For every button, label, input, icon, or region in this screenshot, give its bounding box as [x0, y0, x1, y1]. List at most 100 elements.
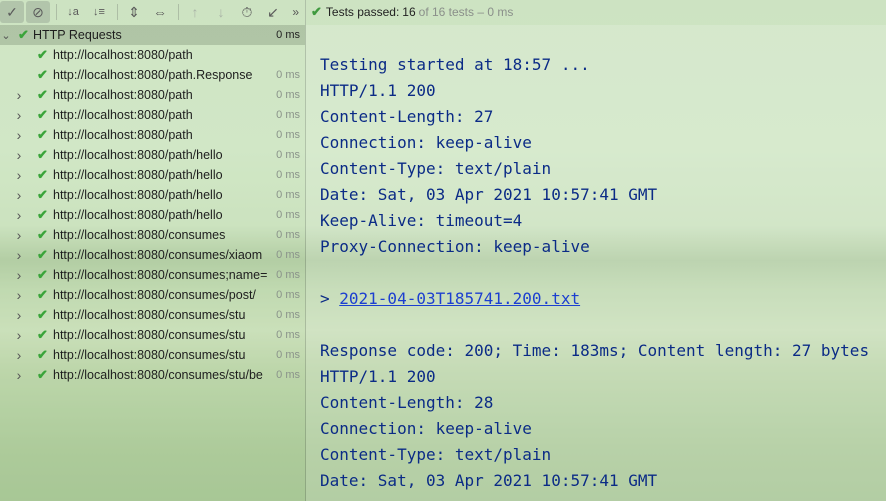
- console-line: HTTP/1.1 200: [320, 364, 436, 390]
- tree-item-time: 0 ms: [276, 129, 300, 141]
- tree-item-label: http://localhost:8080/path: [53, 108, 193, 122]
- expand-arrow-icon[interactable]: ›: [13, 347, 25, 363]
- passed-check-icon: ✔: [37, 307, 48, 322]
- tree-item-time: 0 ms: [276, 109, 300, 121]
- tree-item-label: http://localhost:8080/consumes;name=: [53, 268, 268, 282]
- tree-item[interactable]: ✔ http://localhost:8080/path.Response 0 ms: [0, 65, 305, 85]
- expand-arrow-icon[interactable]: ›: [13, 227, 25, 243]
- tree-item[interactable]: › ✔ http://localhost:8080/consumes/stu/be 0…: [0, 365, 305, 385]
- tree-item[interactable]: › ✔ http://localhost:8080/consumes/stu 0 ms: [0, 345, 305, 365]
- expand-all-icon[interactable]: ⇕: [122, 1, 146, 23]
- console-line: Connection: keep-alive: [320, 130, 532, 156]
- previous-failed-glyph: ↑: [191, 4, 199, 20]
- toolbar-separator: [178, 4, 179, 20]
- tree-item-label: http://localhost:8080/path: [53, 48, 193, 62]
- console-line-text: Content-Length: 28: [320, 393, 494, 412]
- tree-item[interactable]: › ✔ http://localhost:8080/consumes/post/0 …: [0, 285, 305, 305]
- expand-arrow-icon[interactable]: ›: [13, 127, 25, 143]
- console-line: Proxy-Connection: keep-alive: [320, 234, 590, 260]
- tree-item[interactable]: › ✔ http://localhost:8080/consumes/xiaom 0 …: [0, 245, 305, 265]
- passed-check-icon: ✔: [37, 367, 48, 382]
- tree-item-label: http://localhost:8080/path/hello: [53, 208, 223, 222]
- console-line-text: Response code: 200; Time: 183ms; Content…: [320, 341, 870, 360]
- previous-failed-icon[interactable]: ↑: [183, 1, 207, 23]
- passed-check-icon: ✔: [37, 107, 48, 122]
- expand-arrow-icon[interactable]: ›: [13, 107, 25, 123]
- tree-item-label: http://localhost:8080/consumes/xiaom: [53, 248, 263, 262]
- collapse-all-glyph: ⇔: [153, 4, 167, 20]
- console-line: Content-Type: text/plain: [320, 156, 551, 182]
- status-total-summary: of 16 tests – 0 ms: [418, 5, 514, 19]
- test-history-icon[interactable]: ⏱: [235, 1, 259, 23]
- expand-arrow-icon[interactable]: ›: [13, 207, 25, 223]
- tree-item-label: http://localhost:8080/consumes/stu: [53, 348, 246, 362]
- passed-check-icon: ✔: [37, 187, 48, 202]
- tree-item[interactable]: › ✔ http://localhost:8080/path 0 ms: [0, 105, 305, 125]
- expand-arrow-icon[interactable]: ›: [13, 147, 25, 163]
- show-ignored-icon[interactable]: ⊘: [26, 1, 50, 23]
- tree-item[interactable]: › ✔ http://localhost:8080/consumes 0 ms: [0, 225, 305, 245]
- expand-arrow-icon[interactable]: ›: [13, 167, 25, 183]
- tree-item[interactable]: › ✔ http://localhost:8080/path/hello 0 ms: [0, 185, 305, 205]
- show-passed-icon[interactable]: ✓: [0, 1, 24, 23]
- console-line-text: Proxy-Connection: keep-alive: [320, 237, 590, 256]
- expand-arrow-icon[interactable]: ›: [13, 367, 25, 383]
- collapse-arrow-icon[interactable]: ⌄: [0, 29, 12, 42]
- tree-root-http-requests[interactable]: ⌄ ✔ HTTP Requests 0 ms: [0, 25, 305, 45]
- console-line-text: Content-Length: 27: [320, 107, 494, 126]
- tree-item[interactable]: › ✔ http://localhost:8080/consumes/stu 0 ms: [0, 325, 305, 345]
- expand-arrow-icon[interactable]: ›: [13, 267, 25, 283]
- expand-arrow-icon[interactable]: ›: [13, 187, 25, 203]
- console-output[interactable]: Testing started at 18:57 ... HTTP/1.1 200…: [306, 25, 886, 501]
- passed-check-icon: ✔: [37, 167, 48, 182]
- sort-alphabetically-icon[interactable]: ↓a: [61, 1, 85, 23]
- tree-item[interactable]: › ✔ http://localhost:8080/path/hello 0 ms: [0, 145, 305, 165]
- tree-item[interactable]: › ✔ http://localhost:8080/consumes;name= 0 …: [0, 265, 305, 285]
- expand-arrow-icon[interactable]: ›: [13, 307, 25, 323]
- sort-by-duration-icon[interactable]: ↓≡: [87, 1, 111, 23]
- tree-item-time: 0 ms: [276, 349, 300, 361]
- console-line-text: Content-Type: text/plain: [320, 445, 552, 464]
- console-line: HTTP/1.1 200: [320, 78, 436, 104]
- export-results-icon[interactable]: ↙: [261, 1, 285, 23]
- tree-item[interactable]: › ✔ http://localhost:8080/path/hello 0 ms: [0, 165, 305, 185]
- console-line: > 2021-04-03T185741.200.txt: [320, 286, 580, 312]
- sort-duration-glyph: ↓≡: [93, 6, 105, 18]
- sort-alpha-glyph: ↓a: [67, 6, 79, 18]
- tree-item-time: 0 ms: [276, 289, 300, 301]
- expand-arrow-icon[interactable]: ›: [13, 247, 25, 263]
- collapse-all-icon[interactable]: ⇔: [148, 1, 172, 23]
- tree-item-time: 0 ms: [276, 369, 300, 381]
- tree-item-time: 0 ms: [276, 329, 300, 341]
- more-actions-icon[interactable]: »: [292, 5, 299, 19]
- toolbar-separator: [56, 4, 57, 20]
- tree-item[interactable]: › ✔ http://localhost:8080/consumes/stu 0 ms: [0, 305, 305, 325]
- test-results-tree: ⌄ ✔ HTTP Requests 0 ms ✔ http://localhost…: [0, 25, 305, 501]
- tree-item[interactable]: › ✔ http://localhost:8080/path 0 ms: [0, 85, 305, 105]
- test-history-glyph: ⏱: [241, 3, 253, 20]
- console-line-text: Date: Sat, 03 Apr 2021 10:57:41 GMT: [320, 185, 658, 204]
- console-line-text: >: [320, 289, 340, 308]
- console-line-text: Content-Type: text/plain: [320, 159, 552, 178]
- passed-check-icon: ✔: [37, 287, 48, 302]
- tree-item[interactable]: › ✔ http://localhost:8080/path/hello 0 ms: [0, 205, 305, 225]
- status-passed-count: 16: [402, 5, 416, 19]
- tree-item-label: http://localhost:8080/path/hello: [53, 168, 223, 182]
- tree-root-label: HTTP Requests: [33, 28, 122, 42]
- expand-arrow-icon[interactable]: ›: [13, 87, 25, 103]
- tree-item-label: http://localhost:8080/path/hello: [53, 148, 223, 162]
- console-line-text: Keep-Alive: timeout=4: [320, 211, 523, 230]
- response-file-link[interactable]: 2021-04-03T185741.200.txt: [339, 289, 580, 308]
- show-ignored-glyph: ⊘: [32, 3, 44, 20]
- passed-check-icon: ✔: [18, 27, 29, 42]
- tree-item-label: http://localhost:8080/path/hello: [53, 188, 223, 202]
- tree-item-label: http://localhost:8080/consumes: [53, 228, 226, 242]
- tree-item-time: 0 ms: [276, 229, 300, 241]
- expand-arrow-icon[interactable]: ›: [13, 327, 25, 343]
- expand-arrow-icon[interactable]: ›: [13, 287, 25, 303]
- next-failed-icon[interactable]: ↓: [209, 1, 233, 23]
- next-failed-glyph: ↓: [217, 4, 225, 20]
- tree-item[interactable]: › ✔ http://localhost:8080/path 0 ms: [0, 125, 305, 145]
- console-line: Response code: 200; Time: 183ms; Content…: [320, 338, 869, 364]
- tree-item[interactable]: ✔ http://localhost:8080/path: [0, 45, 305, 65]
